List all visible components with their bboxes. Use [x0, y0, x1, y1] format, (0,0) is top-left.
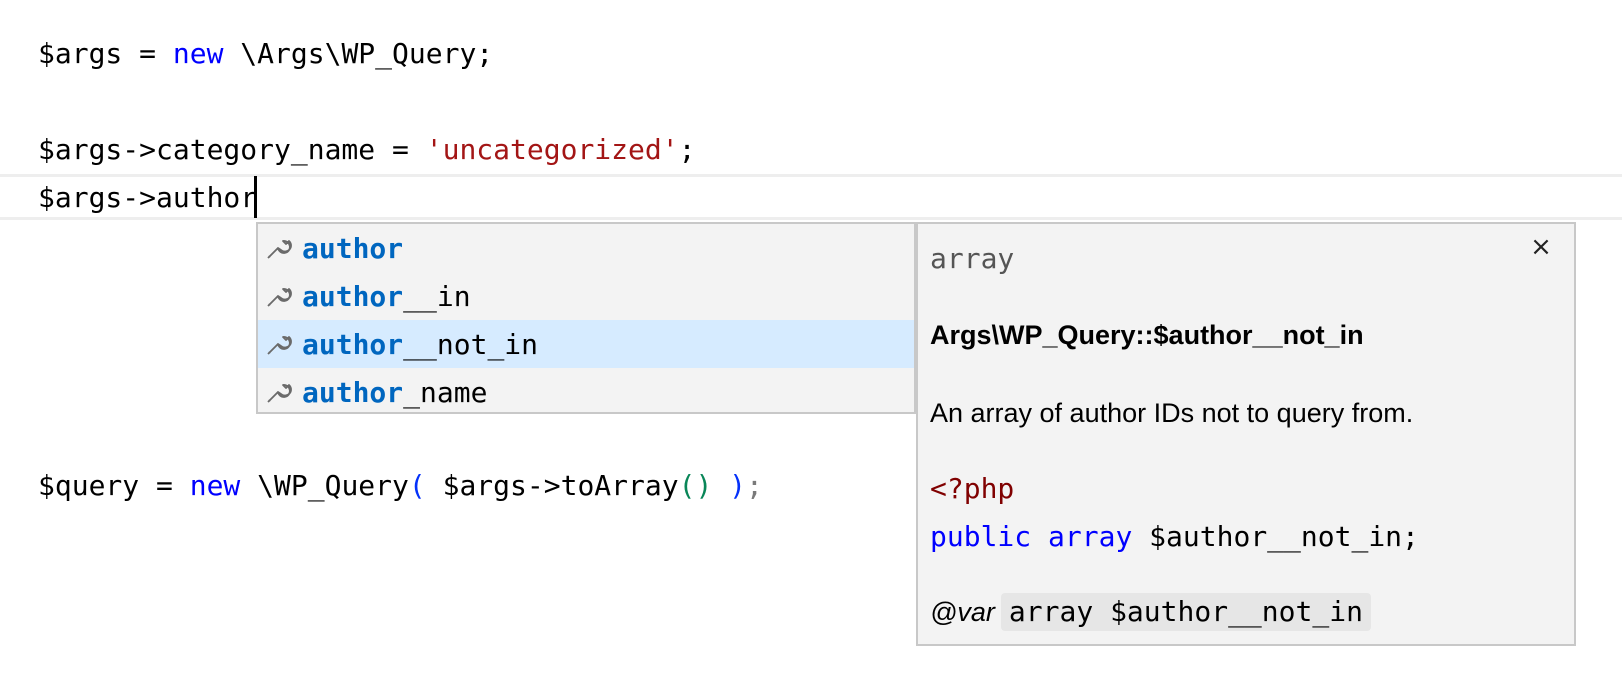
var-tag-code: array $author__not_in [1000, 593, 1371, 631]
details-description: An array of author IDs not to query from… [930, 398, 1414, 428]
code-token-semicolon: ; [746, 469, 763, 502]
code-line-4[interactable]: $query = new \WP_Query( $args->toArray()… [38, 464, 763, 508]
details-code-open-tag: <?php [930, 472, 1015, 505]
code-token-call: $args->toArray [425, 469, 679, 502]
code-token-var: $query = [38, 469, 190, 502]
code-token-suffix: ; [678, 133, 696, 166]
close-icon[interactable]: × [1526, 232, 1556, 262]
wrench-icon [264, 281, 294, 311]
details-title: Args\WP_Query::$author__not_in [930, 320, 1364, 350]
wrench-icon [264, 377, 294, 407]
details-type: array [930, 242, 1015, 275]
suggest-details-panel: × array Args\WP_Query::$author__not_in A… [916, 222, 1576, 646]
autocomplete-suggest-widget[interactable]: author author__in author__not_in author_… [256, 222, 916, 414]
code-token-close-paren: ) [712, 469, 747, 502]
code-token-prefix: $args->category_name = [38, 133, 426, 166]
code-editor[interactable]: $args = new \Args\WP_Query; $args->categ… [0, 0, 1622, 694]
details-var-tag: @var array $author__not_in [930, 592, 1371, 632]
wrench-icon [264, 233, 294, 263]
suggest-label: author_name [302, 375, 488, 409]
suggest-item[interactable]: author [258, 224, 914, 272]
code-token-partial: $args->author [38, 181, 258, 214]
text-cursor [254, 176, 257, 218]
code-token-class: \Args\WP_Query; [223, 37, 494, 70]
wrench-icon [264, 329, 294, 359]
code-token-class: \WP_Query [240, 469, 409, 502]
suggest-label: author__in [302, 279, 471, 313]
code-token-string: 'uncategorized' [425, 133, 679, 166]
code-line-3[interactable]: $args->author [38, 176, 257, 220]
code-token-open-paren: ( [408, 469, 426, 502]
var-tag-label: @var [930, 596, 995, 627]
suggest-item[interactable]: author__in [258, 272, 914, 320]
code-token-inner-parens: () [678, 469, 713, 502]
suggest-item-selected[interactable]: author__not_in [258, 320, 914, 368]
suggest-label: author [302, 231, 404, 265]
code-token-keyword: new [172, 37, 224, 70]
code-line-2[interactable]: $args->category_name = 'uncategorized'; [38, 128, 695, 172]
code-token-var: $args = [38, 37, 173, 70]
code-token-keyword: new [189, 469, 241, 502]
code-line-1[interactable]: $args = new \Args\WP_Query; [38, 32, 493, 76]
suggest-item[interactable]: author_name [258, 368, 914, 416]
suggest-label: author__not_in [302, 327, 539, 361]
details-code-declaration: public array $author__not_in; [930, 520, 1419, 553]
